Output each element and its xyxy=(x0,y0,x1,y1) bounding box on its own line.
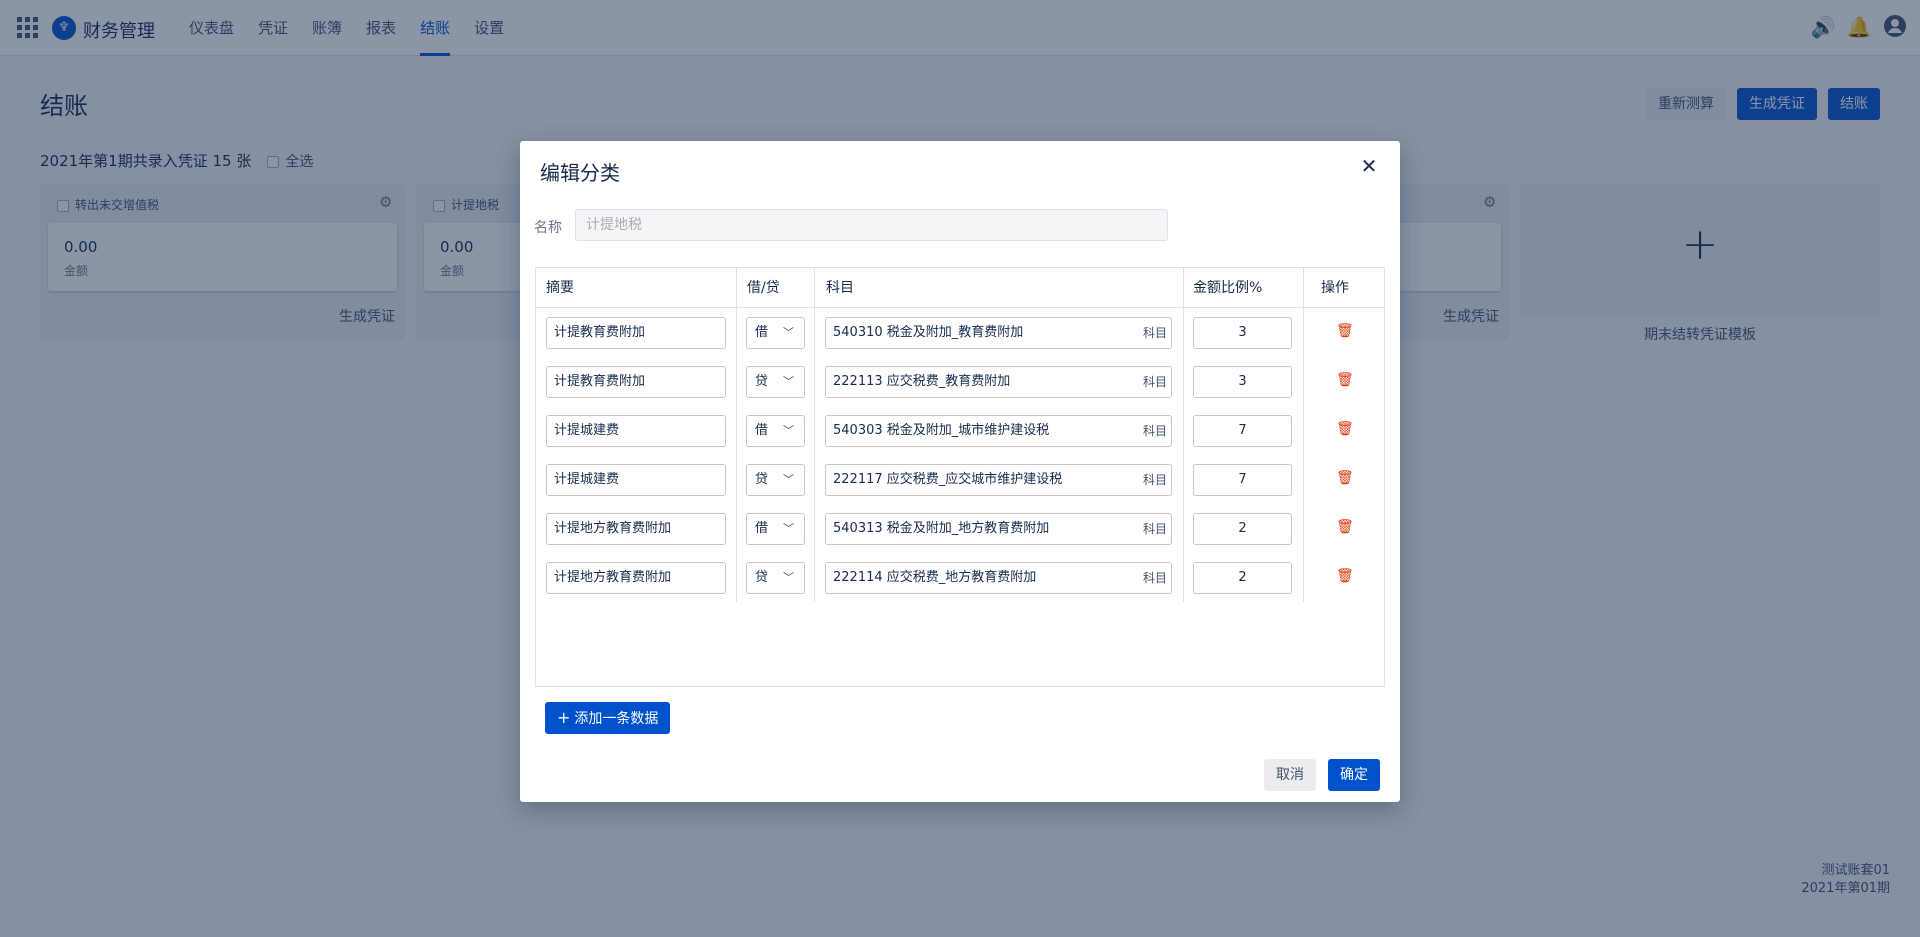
name-label: 名称 xyxy=(534,220,562,236)
dc-value: 贷 xyxy=(755,472,769,487)
delete-row-icon[interactable]: 🗑 xyxy=(1336,519,1354,535)
summary-input[interactable]: 计提教育费附加 xyxy=(546,366,726,398)
table-row: 计提教育费附加 借 ﹀ 540310 税金及附加_教育费附加 科目 3 🗑 xyxy=(536,308,1384,357)
chevron-down-icon: ﹀ xyxy=(783,424,794,437)
col-ratio-header: 金额比例% xyxy=(1193,280,1263,296)
modal-actions: 取消 确定 xyxy=(1264,759,1380,791)
name-input[interactable]: 计提地税 xyxy=(575,209,1168,241)
summary-input[interactable]: 计提城建费 xyxy=(546,415,726,447)
dc-select[interactable]: 借 ﹀ xyxy=(746,415,805,447)
table-row: 计提地方教育费附加 贷 ﹀ 222114 应交税费_地方教育费附加 科目 2 🗑 xyxy=(536,553,1384,602)
col-account-header: 科目 xyxy=(826,280,854,296)
modal-title: 编辑分类 xyxy=(540,161,620,185)
account-picker-tag[interactable]: 科目 xyxy=(1143,367,1167,397)
cancel-button[interactable]: 取消 xyxy=(1264,759,1316,791)
chevron-down-icon: ﹀ xyxy=(783,571,794,584)
summary-input[interactable]: 计提地方教育费附加 xyxy=(546,562,726,594)
col-summary-header: 摘要 xyxy=(546,280,574,296)
delete-row-icon[interactable]: 🗑 xyxy=(1336,323,1354,339)
dc-value: 借 xyxy=(755,521,769,536)
account-picker-tag[interactable]: 科目 xyxy=(1143,318,1167,348)
table-header: 摘要 借/贷 科目 金额比例% 操作 xyxy=(536,268,1384,308)
table-row: 计提地方教育费附加 借 ﹀ 540313 税金及附加_地方教育费附加 科目 2 🗑 xyxy=(536,504,1384,553)
account-input[interactable]: 540303 税金及附加_城市维护建设税 科目 xyxy=(825,415,1172,447)
add-row-button[interactable]: + 添加一条数据 xyxy=(545,702,671,734)
chevron-down-icon: ﹀ xyxy=(783,375,794,388)
account-input[interactable]: 540313 税金及附加_地方教育费附加 科目 xyxy=(825,513,1172,545)
account-value: 222113 应交税费_教育费附加 xyxy=(833,374,1011,389)
ratio-input[interactable]: 7 xyxy=(1193,464,1292,496)
account-input[interactable]: 222114 应交税费_地方教育费附加 科目 xyxy=(825,562,1172,594)
table-row: 计提城建费 借 ﹀ 540303 税金及附加_城市维护建设税 科目 7 🗑 xyxy=(536,406,1384,455)
dc-select[interactable]: 贷 ﹀ xyxy=(746,562,805,594)
account-picker-tag[interactable]: 科目 xyxy=(1143,416,1167,446)
edit-category-modal: 编辑分类 ✕ 名称 计提地税 摘要 借/贷 科目 金额比例% 操作 计提教育费附… xyxy=(520,141,1400,802)
close-icon[interactable]: ✕ xyxy=(1358,155,1380,177)
account-value: 222114 应交税费_地方教育费附加 xyxy=(833,570,1037,585)
account-picker-tag[interactable]: 科目 xyxy=(1143,514,1167,544)
account-value: 540310 税金及附加_教育费附加 xyxy=(833,325,1024,340)
delete-row-icon[interactable]: 🗑 xyxy=(1336,568,1354,584)
col-dc-header: 借/贷 xyxy=(747,280,780,296)
dc-value: 贷 xyxy=(755,570,769,585)
ratio-input[interactable]: 3 xyxy=(1193,366,1292,398)
account-input[interactable]: 540310 税金及附加_教育费附加 科目 xyxy=(825,317,1172,349)
ratio-input[interactable]: 3 xyxy=(1193,317,1292,349)
table-row: 计提教育费附加 贷 ﹀ 222113 应交税费_教育费附加 科目 3 🗑 xyxy=(536,357,1384,406)
entries-table: 摘要 借/贷 科目 金额比例% 操作 计提教育费附加 借 ﹀ 540310 税金及… xyxy=(535,267,1385,687)
table-row: 计提城建费 贷 ﹀ 222117 应交税费_应交城市维护建设税 科目 7 🗑 xyxy=(536,455,1384,504)
dc-select[interactable]: 贷 ﹀ xyxy=(746,464,805,496)
ratio-input[interactable]: 2 xyxy=(1193,562,1292,594)
account-picker-tag[interactable]: 科目 xyxy=(1143,563,1167,593)
dc-select[interactable]: 借 ﹀ xyxy=(746,317,805,349)
summary-input[interactable]: 计提教育费附加 xyxy=(546,317,726,349)
delete-row-icon[interactable]: 🗑 xyxy=(1336,421,1354,437)
delete-row-icon[interactable]: 🗑 xyxy=(1336,372,1354,388)
col-action-header: 操作 xyxy=(1321,280,1349,296)
add-row-label: 添加一条数据 xyxy=(574,711,659,727)
account-input[interactable]: 222113 应交税费_教育费附加 科目 xyxy=(825,366,1172,398)
ratio-input[interactable]: 2 xyxy=(1193,513,1292,545)
dc-value: 借 xyxy=(755,325,769,340)
confirm-button[interactable]: 确定 xyxy=(1328,759,1380,791)
chevron-down-icon: ﹀ xyxy=(783,326,794,339)
dc-select[interactable]: 借 ﹀ xyxy=(746,513,805,545)
chevron-down-icon: ﹀ xyxy=(783,522,794,535)
ratio-input[interactable]: 7 xyxy=(1193,415,1292,447)
account-input[interactable]: 222117 应交税费_应交城市维护建设税 科目 xyxy=(825,464,1172,496)
dc-select[interactable]: 贷 ﹀ xyxy=(746,366,805,398)
dc-value: 借 xyxy=(755,423,769,438)
account-value: 540303 税金及附加_城市维护建设税 xyxy=(833,423,1050,438)
account-value: 222117 应交税费_应交城市维护建设税 xyxy=(833,472,1063,487)
account-picker-tag[interactable]: 科目 xyxy=(1143,465,1167,495)
account-value: 540313 税金及附加_地方教育费附加 xyxy=(833,521,1050,536)
summary-input[interactable]: 计提城建费 xyxy=(546,464,726,496)
summary-input[interactable]: 计提地方教育费附加 xyxy=(546,513,726,545)
chevron-down-icon: ﹀ xyxy=(783,473,794,486)
delete-row-icon[interactable]: 🗑 xyxy=(1336,470,1354,486)
dc-value: 贷 xyxy=(755,374,769,389)
plus-icon: + xyxy=(557,708,571,727)
